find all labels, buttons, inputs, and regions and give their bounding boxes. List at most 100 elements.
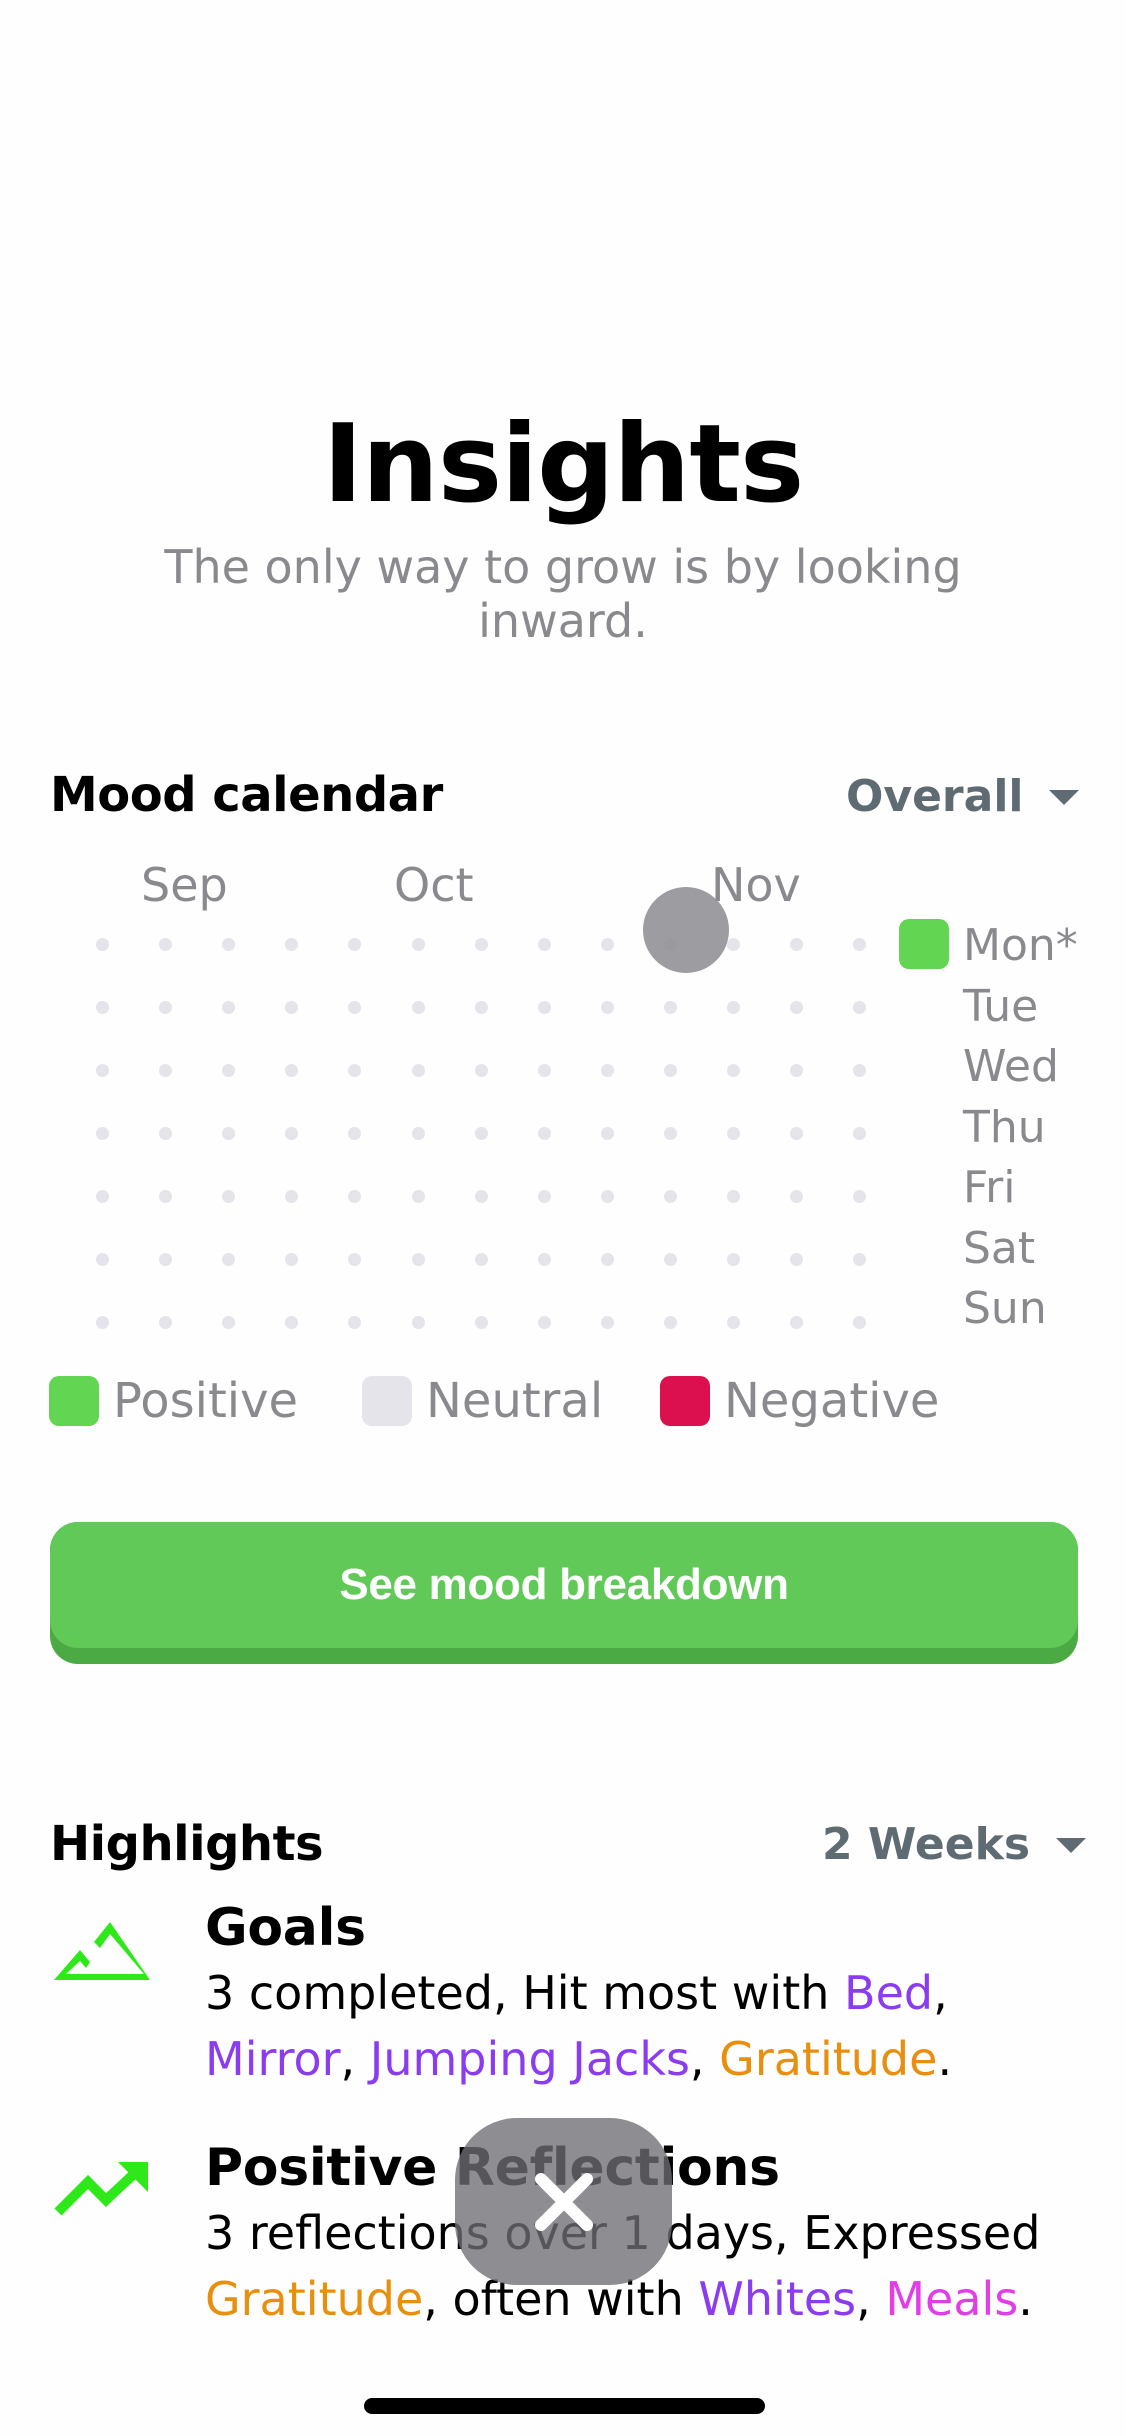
mood-filter-dropdown[interactable]: Overall	[846, 767, 1080, 827]
calendar-day-empty	[790, 1190, 804, 1203]
calendar-day-empty	[537, 1127, 551, 1140]
calendar-day-empty	[537, 1190, 551, 1203]
legend-negative: Negative	[660, 1371, 939, 1431]
calendar-day-empty	[159, 1316, 173, 1329]
caret-down-icon	[1049, 789, 1080, 805]
legend-neutral: Neutral	[362, 1371, 603, 1431]
body-text: ,	[689, 2032, 720, 2086]
calendar-day-empty	[411, 1190, 425, 1203]
calendar-day-empty	[727, 1064, 740, 1077]
legend-swatch-neutral	[362, 1376, 412, 1426]
calendar-day-empty	[96, 1064, 109, 1077]
calendar-day-empty	[348, 1190, 362, 1203]
calendar-day-empty	[727, 1127, 740, 1140]
calendar-day-empty	[853, 938, 867, 951]
calendar-day-empty	[727, 1190, 740, 1203]
calendar-day-empty	[96, 1001, 109, 1014]
calendar-day-empty	[474, 1316, 488, 1329]
calendar-day-empty	[96, 938, 109, 951]
calendar-day-empty	[727, 1253, 740, 1266]
body-text: ,	[856, 2272, 886, 2326]
see-mood-breakdown-button[interactable]: See mood breakdown	[50, 1522, 1078, 1664]
tag-jumping-jacks[interactable]: Jumping Jacks	[370, 2032, 690, 2086]
calendar-day-empty	[600, 1190, 614, 1203]
month-label: Sep	[141, 858, 228, 912]
calendar-day-empty	[411, 1127, 425, 1140]
day-label: Tue	[963, 980, 1039, 1032]
calendar-day-empty	[853, 1001, 867, 1014]
calendar-day-empty	[537, 1001, 551, 1014]
calendar-day-empty	[727, 1316, 740, 1329]
legend-positive: Positive	[49, 1371, 298, 1431]
day-label: Fri	[963, 1162, 1016, 1213]
calendar-day-empty	[411, 1064, 425, 1077]
calendar-day-empty	[790, 1316, 804, 1329]
legend-label: Negative	[724, 1373, 940, 1429]
calendar-day-empty	[96, 1316, 109, 1329]
tag-gratitude[interactable]: Gratitude	[205, 2272, 423, 2326]
body-text: .	[937, 2032, 953, 2086]
close-overlay-button[interactable]	[455, 2118, 672, 2285]
calendar-day-empty	[663, 1190, 677, 1203]
calendar-day-empty	[222, 1253, 236, 1266]
home-indicator[interactable]	[364, 2398, 765, 2414]
highlight-goals: Goals 3 completed, Hit most with Bed, Mi…	[205, 1896, 1085, 2092]
tag-gratitude[interactable]: Gratitude	[719, 2032, 937, 2086]
calendar-day-empty	[790, 1064, 804, 1077]
highlights-filter-value: 2 Weeks	[822, 1819, 1031, 1870]
tag-whites[interactable]: Whites	[698, 2272, 856, 2326]
calendar-day-empty	[96, 1190, 109, 1203]
calendar-day-empty	[474, 938, 488, 951]
mood-entry-positive[interactable]	[899, 919, 949, 969]
calendar-day-empty	[600, 1127, 614, 1140]
calendar-day-empty	[727, 938, 740, 951]
calendar-day-empty	[348, 938, 362, 951]
tag-bed[interactable]: Bed	[844, 1966, 933, 2020]
calendar-day-empty	[474, 1001, 488, 1014]
calendar-day-empty	[790, 938, 804, 951]
calendar-day-empty	[222, 1001, 236, 1014]
day-label: Sun	[963, 1283, 1047, 1334]
calendar-day-empty	[853, 1316, 867, 1329]
calendar-day-empty	[96, 1127, 109, 1140]
page-title: Insights	[322, 402, 804, 527]
touch-indicator	[643, 887, 729, 973]
tag-mirror[interactable]: Mirror	[205, 2032, 341, 2086]
highlights-filter-dropdown[interactable]: 2 Weeks	[822, 1815, 1087, 1875]
calendar-day-empty	[222, 1190, 236, 1203]
calendar-day-empty	[159, 1190, 173, 1203]
calendar-day-empty	[411, 1253, 425, 1266]
legend-swatch-negative	[660, 1376, 710, 1426]
calendar-day-empty	[348, 1001, 362, 1014]
highlight-title: Goals	[205, 1898, 366, 1958]
calendar-day-empty	[537, 1064, 551, 1077]
body-text: 3 completed, Hit most with	[205, 1966, 845, 2020]
calendar-day-empty	[285, 1190, 299, 1203]
calendar-day-empty	[348, 1064, 362, 1077]
calendar-day-empty	[159, 938, 173, 951]
calendar-day-empty	[159, 1127, 173, 1140]
calendar-day-empty	[285, 1064, 299, 1077]
legend-swatch-positive	[49, 1376, 99, 1426]
calendar-day-empty	[474, 1127, 488, 1140]
calendar-day-empty	[285, 1316, 299, 1329]
trending-up-icon	[52, 2160, 152, 2244]
legend-label: Positive	[113, 1373, 299, 1429]
tag-meals[interactable]: Meals	[885, 2272, 1018, 2326]
legend-label: Neutral	[426, 1373, 604, 1429]
calendar-day-empty	[790, 1001, 804, 1014]
calendar-day-empty	[474, 1064, 488, 1077]
calendar-day-empty	[663, 1001, 677, 1014]
day-label: Sat	[963, 1222, 1036, 1274]
calendar-day-empty	[727, 1001, 740, 1014]
calendar-day-empty	[853, 1190, 867, 1203]
calendar-day-empty	[474, 1253, 488, 1266]
calendar-day-empty	[600, 1253, 614, 1266]
calendar-day-empty	[285, 938, 299, 951]
calendar-day-empty	[411, 1001, 425, 1014]
calendar-day-empty	[159, 1253, 173, 1266]
calendar-day-empty	[600, 1064, 614, 1077]
calendar-day-empty	[159, 1001, 173, 1014]
calendar-day-empty	[600, 1316, 614, 1329]
calendar-day-empty	[348, 1316, 362, 1329]
